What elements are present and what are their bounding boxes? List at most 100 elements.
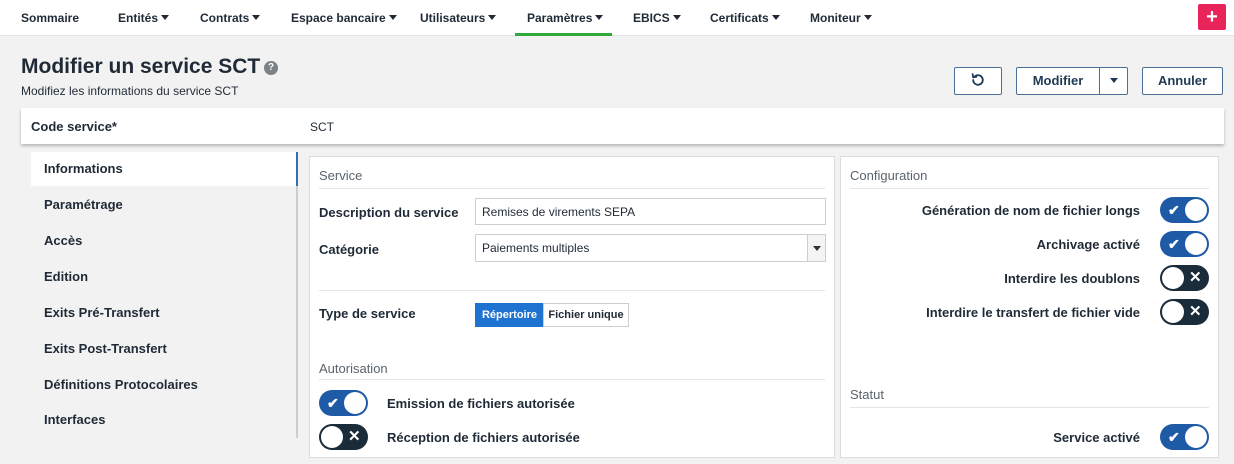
side-item-exits-post-transfert[interactable]: Exits Post-Transfert: [31, 332, 296, 366]
code-service-value: SCT: [310, 120, 334, 134]
check-icon: ✔: [327, 395, 339, 411]
toggle-emission-label: Emission de fichiers autorisée: [387, 396, 575, 411]
divider: [850, 407, 1209, 408]
service-type-label: Type de service: [319, 306, 416, 321]
modify-dropdown-button[interactable]: [1099, 67, 1128, 95]
chevron-down-icon: [672, 15, 681, 20]
modify-button[interactable]: Modifier: [1016, 67, 1100, 95]
nav-item-label: Contrats: [200, 11, 250, 25]
toggle-knob: [321, 426, 343, 448]
top-navigation: Sommaire Entités Contrats Espace bancair…: [0, 0, 1234, 36]
refresh-button[interactable]: [954, 67, 1002, 95]
chevron-down-icon: [595, 15, 604, 20]
chevron-down-icon: [488, 15, 497, 20]
divider: [319, 188, 825, 189]
check-icon: ✔: [1168, 429, 1180, 445]
toggle-emission[interactable]: ✔: [319, 390, 368, 416]
description-input[interactable]: [475, 198, 826, 225]
toggle-doublons-label: Interdire les doublons: [1004, 271, 1140, 286]
chevron-down-icon: [388, 15, 397, 20]
nav-item-label: Sommaire: [21, 11, 80, 25]
side-item-definitions-protocolaires[interactable]: Définitions Protocolaires: [31, 368, 296, 402]
active-indicator: [296, 152, 298, 186]
toggle-knob: [1185, 426, 1207, 448]
check-icon: ✔: [1168, 236, 1180, 252]
side-item-label: Informations: [44, 161, 123, 176]
side-item-exits-pre-transfert[interactable]: Exits Pré-Transfert: [31, 296, 296, 330]
add-button[interactable]: +: [1198, 4, 1226, 30]
close-icon: ✕: [1189, 303, 1202, 320]
plus-icon: +: [1206, 6, 1218, 28]
type-option-fichier-unique[interactable]: Fichier unique: [543, 303, 629, 327]
toggle-reception[interactable]: ✕: [319, 424, 368, 450]
side-item-informations[interactable]: Informations: [31, 152, 298, 186]
type-option-repertoire[interactable]: Répertoire: [475, 303, 544, 327]
toggle-knob: [344, 392, 366, 414]
nav-item-contrats[interactable]: Contrats: [200, 0, 261, 36]
divider: [850, 188, 1209, 189]
category-selected-value: Paiements multiples: [482, 241, 590, 255]
toggle-archivage-label: Archivage activé: [1036, 237, 1140, 252]
category-label: Catégorie: [319, 242, 379, 257]
nav-item-sommaire[interactable]: Sommaire: [21, 0, 79, 36]
side-item-interfaces[interactable]: Interfaces: [31, 403, 296, 437]
toggle-doublons[interactable]: ✕: [1160, 265, 1209, 291]
code-service-label: Code service*: [31, 119, 117, 134]
page-subtitle: Modifiez les informations du service SCT: [21, 84, 239, 98]
toggle-service-active[interactable]: ✔: [1160, 424, 1209, 450]
side-item-label: Edition: [44, 269, 89, 284]
nav-item-label: Utilisateurs: [420, 11, 486, 25]
service-panel: Service Description du service Catégorie…: [309, 156, 835, 458]
nav-item-label: Paramètres: [527, 11, 593, 25]
nav-item-espace-bancaire[interactable]: Espace bancaire: [291, 0, 397, 36]
close-icon: ✕: [1189, 269, 1202, 286]
category-select[interactable]: Paiements multiples: [475, 234, 826, 262]
chevron-down-icon: [771, 15, 780, 20]
section-title-autorisation: Autorisation: [319, 361, 388, 376]
toggle-knob: [1162, 301, 1184, 323]
side-item-label: Exits Pré-Transfert: [44, 305, 160, 320]
configuration-panel: Configuration Génération de nom de fichi…: [840, 156, 1219, 458]
side-item-label: Interfaces: [44, 412, 106, 427]
cancel-button[interactable]: Annuler: [1142, 67, 1223, 95]
toggle-reception-label: Réception de fichiers autorisée: [387, 430, 580, 445]
toggle-archivage[interactable]: ✔: [1160, 231, 1209, 257]
chevron-down-icon: [863, 15, 872, 20]
check-icon: ✔: [1168, 202, 1180, 218]
section-title-statut: Statut: [850, 387, 884, 402]
side-item-label: Exits Post-Transfert: [44, 341, 167, 356]
toggle-long-filename-label: Génération de nom de fichier longs: [921, 203, 1140, 218]
toggle-knob: [1185, 199, 1207, 221]
toggle-service-active-label: Service activé: [1053, 430, 1140, 445]
section-title-service: Service: [319, 168, 363, 183]
refresh-icon: [971, 73, 984, 86]
side-menu: Informations Paramétrage Accès Edition E…: [31, 152, 298, 438]
side-item-acces[interactable]: Accès: [31, 224, 296, 258]
nav-item-utilisateurs[interactable]: Utilisateurs: [420, 0, 497, 36]
toggle-knob: [1162, 267, 1184, 289]
nav-item-moniteur[interactable]: Moniteur: [810, 0, 872, 36]
chevron-down-icon: [252, 15, 261, 20]
nav-item-label: Espace bancaire: [291, 11, 386, 25]
toggle-fichier-vide-label: Interdire le transfert de fichier vide: [926, 305, 1140, 320]
toggle-long-filename[interactable]: ✔: [1160, 197, 1209, 223]
side-item-edition[interactable]: Edition: [31, 260, 296, 294]
divider: [319, 379, 825, 380]
chevron-down-icon: [161, 15, 170, 20]
side-item-label: Définitions Protocolaires: [44, 377, 198, 392]
description-label: Description du service: [319, 205, 459, 220]
divider: [319, 290, 825, 291]
nav-item-parametres[interactable]: Paramètres: [514, 0, 613, 36]
toggle-fichier-vide[interactable]: ✕: [1160, 299, 1209, 325]
page-title: Modifier un service SCT: [21, 55, 261, 78]
nav-item-entites[interactable]: Entités: [118, 0, 170, 36]
nav-item-certificats[interactable]: Certificats: [710, 0, 780, 36]
nav-item-ebics[interactable]: EBICS: [633, 0, 681, 36]
side-item-parametrage[interactable]: Paramétrage: [31, 188, 296, 222]
chevron-down-icon: [1109, 78, 1118, 83]
side-item-label: Accès: [44, 233, 83, 248]
chevron-down-icon[interactable]: [807, 235, 825, 261]
side-item-label: Paramétrage: [44, 197, 123, 212]
help-icon[interactable]: ?: [264, 61, 278, 75]
section-title-configuration: Configuration: [850, 168, 928, 183]
